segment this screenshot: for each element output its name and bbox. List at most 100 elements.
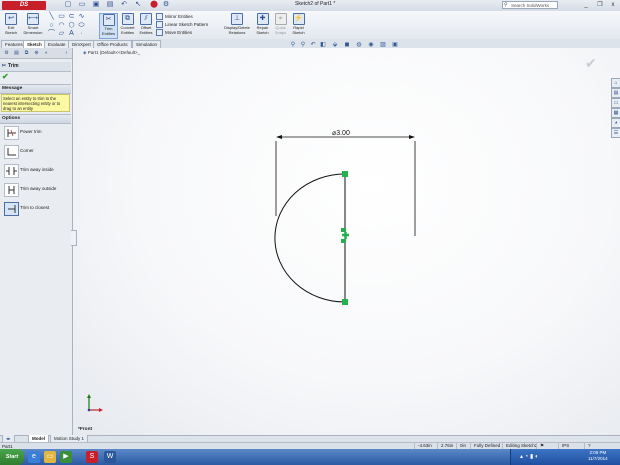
diameter-dimension-text[interactable]: ⌀3.00 (332, 130, 350, 137)
midpoint-relation-icon (341, 239, 346, 243)
mirror-entities-button[interactable]: Mirror Entities (156, 13, 193, 21)
print-icon[interactable]: ▤ (106, 1, 114, 9)
display-delete-relations-button[interactable]: ⊥ Display/Delete Relations (224, 13, 250, 37)
options-section-header[interactable]: Options (0, 114, 71, 124)
clock-date: 11/7/2014 (588, 456, 608, 461)
option-corner[interactable]: Corner (2, 143, 69, 160)
linear-sketch-pattern-button[interactable]: Linear Sketch Pattern (156, 21, 208, 29)
convert-entities-button[interactable]: ⧉ Convert Entities (119, 13, 136, 37)
mirror-entities-label: Mirror Entities (165, 14, 193, 19)
explorer-icon[interactable]: ▭ (44, 451, 56, 463)
message-header-label: Message (2, 86, 23, 91)
save-icon[interactable]: ▣ (92, 1, 100, 9)
restore-button[interactable]: ❐ (596, 1, 604, 9)
ie-icon[interactable]: e (28, 451, 40, 463)
quick-snaps-button[interactable]: ⌖ Quick Snaps (273, 13, 288, 37)
message-section-header[interactable]: Message (0, 84, 71, 94)
status-editing: Editing Sketch2 (502, 442, 537, 449)
arc-center-point[interactable] (342, 232, 349, 239)
search-icon: ⚲ (504, 2, 508, 8)
mirror-icon (156, 13, 163, 21)
unit-system-button[interactable]: IPS (558, 442, 569, 449)
display-delete-relations-label: Display/Delete Relations (224, 25, 250, 35)
trim-to-closest-icon (4, 202, 19, 216)
solidworks-logo[interactable]: DS SOLIDWORKS (2, 1, 46, 17)
polygon-icon[interactable]: ⬡ (67, 22, 76, 30)
exit-sketch-button[interactable]: ↩ Exit Sketch (3, 13, 19, 37)
repair-sketch-label: Repair Sketch (256, 25, 269, 35)
sketch-arc[interactable] (274, 173, 346, 303)
configuration-manager-icon[interactable]: ⧉ (23, 50, 30, 56)
option-power-trim[interactable]: Power trim (2, 124, 69, 141)
close-button[interactable]: x (609, 1, 617, 9)
feature-manager-icon[interactable]: ⚙ (3, 50, 10, 56)
view-name-label: *Front (78, 427, 93, 432)
circle-icon[interactable]: ○ (47, 22, 56, 30)
option-label: Trim away outside (20, 186, 57, 191)
open-icon[interactable]: ▭ (78, 1, 86, 9)
smart-dimension-button[interactable]: ⟷ Smart Dimension (22, 13, 44, 37)
status-definition: Fully Defined (470, 442, 500, 449)
offset-entities-button[interactable]: ⫽ Offset Entities (138, 13, 154, 37)
dimxpert-manager-icon[interactable]: ⊕ (33, 50, 40, 56)
slot-icon[interactable]: ⊂ (67, 13, 76, 21)
pattern-icon (156, 21, 163, 29)
smart-dimension-icon: ⟷ (27, 13, 39, 25)
tray-icons[interactable]: ▴ ◔ ▮ ◐ (520, 453, 539, 460)
rapid-sketch-button[interactable]: ⚡ Rapid Sketch (290, 13, 307, 37)
taskbar-clock[interactable]: 2:06 PM 11/7/2014 (588, 450, 608, 462)
status-help-icon[interactable]: ? (584, 442, 591, 449)
trim-away-outside-icon (4, 183, 19, 197)
option-label: Trim away inside (20, 167, 54, 172)
arc-icon[interactable]: ◠ (57, 22, 66, 30)
rebuild-status-icon[interactable]: ⚑ (536, 442, 548, 449)
repair-sketch-icon: ✚ (256, 13, 269, 25)
select-icon[interactable]: ↖ (134, 1, 142, 9)
property-manager-icon[interactable]: ▤ (13, 50, 20, 56)
plane-icon[interactable]: ▱ (57, 30, 66, 38)
rectangle-icon[interactable]: ▭ (57, 13, 66, 21)
expand-arrow-icon[interactable]: › (63, 50, 70, 56)
ellipse-icon[interactable]: ⬭ (77, 22, 86, 30)
offset-entities-label: Offset Entities (139, 25, 153, 35)
line-icon[interactable]: ╲ (47, 13, 56, 21)
relations-icon: ⊥ (231, 13, 243, 25)
option-trim-to-closest[interactable]: Trim to closest (2, 200, 69, 217)
ok-check-icon[interactable]: ✔ (2, 72, 9, 81)
solidworks-taskbar-icon[interactable]: S (86, 451, 98, 463)
new-icon[interactable]: ▢ (64, 1, 72, 9)
minimize-button[interactable]: _ (582, 1, 590, 9)
undo-icon[interactable]: ↶ (120, 1, 128, 9)
start-button[interactable]: Start (0, 449, 24, 465)
trim-entities-icon: ✂ (102, 14, 115, 26)
arc-endpoint-top[interactable] (342, 171, 348, 177)
spline-icon[interactable]: ∿ (77, 13, 86, 21)
move-entities-button[interactable]: Move Entities (156, 29, 192, 37)
trim-entities-button[interactable]: ✂ Trim Entities (99, 13, 118, 39)
document-title: Sketch2 of Part1 * (295, 1, 336, 7)
offset-entities-icon: ⫽ (140, 13, 152, 25)
options-icon[interactable]: ⚙ (162, 1, 170, 9)
option-trim-away-outside[interactable]: Trim away outside (2, 181, 69, 198)
option-trim-away-inside[interactable]: Trim away inside (2, 162, 69, 179)
media-player-icon[interactable]: ▶ (60, 451, 72, 463)
status-z-coordinate: 0in (456, 442, 466, 449)
repair-sketch-button[interactable]: ✚ Repair Sketch (254, 13, 271, 37)
fillet-icon[interactable]: ⌒ (47, 30, 56, 38)
option-label: Power trim (20, 129, 42, 134)
convert-entities-label: Convert Entities (120, 25, 135, 35)
arc-endpoint-bottom[interactable] (342, 299, 348, 305)
point-icon[interactable]: · (77, 30, 86, 38)
coincident-relation-icon (341, 228, 346, 232)
rebuild-icon[interactable]: ⬤ (150, 1, 158, 9)
option-label: Trim to closest (20, 205, 50, 210)
property-manager-header: ✂ Trim (0, 62, 71, 72)
sketch-canvas[interactable]: ⌀3.00 (73, 48, 620, 435)
display-manager-icon[interactable]: ◐ (43, 50, 50, 56)
word-icon[interactable]: W (104, 451, 116, 463)
text-icon[interactable]: A (67, 30, 76, 38)
property-manager-title: Trim (8, 63, 19, 69)
quick-snaps-icon: ⌖ (274, 13, 287, 25)
convert-entities-icon: ⧉ (121, 13, 134, 25)
search-input[interactable]: Search SolidWorks Help (502, 1, 558, 16)
